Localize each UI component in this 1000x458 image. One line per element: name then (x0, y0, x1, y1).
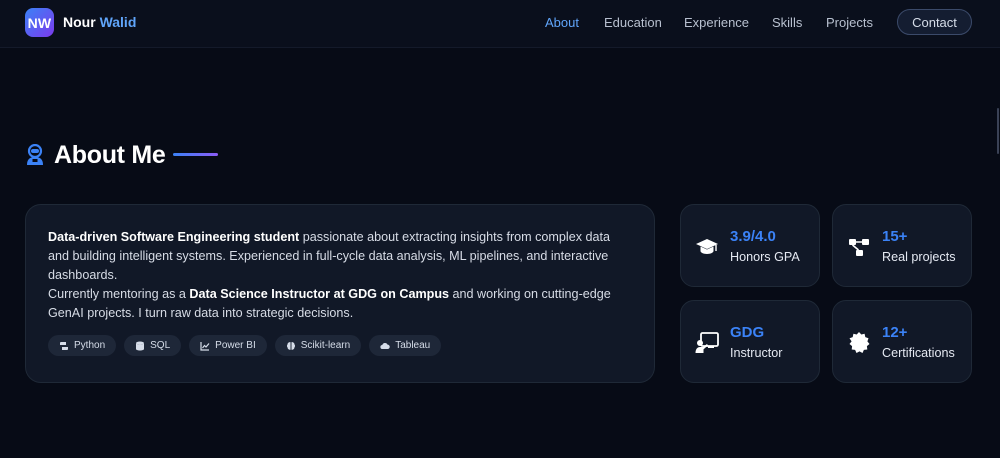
skill-tags: Python SQL Power BI Scikit-learn Tableau (48, 335, 632, 356)
stat-card-certifications: 12+ Certifications (832, 300, 972, 383)
stat-value: GDG (730, 324, 765, 341)
diagram-icon (849, 239, 869, 256)
chart-line-icon (200, 341, 210, 351)
skill-tag[interactable]: Power BI (189, 335, 267, 356)
scrollbar-thumb[interactable] (997, 108, 999, 154)
bio-paragraph: Data-driven Software Engineering student… (48, 228, 632, 323)
bio-lead: Data-driven Software Engineering student (48, 230, 300, 244)
top-navbar: NW Nour Walid About Education Experience… (0, 0, 1000, 48)
nav-link-projects[interactable]: Projects (826, 15, 873, 30)
stat-label: Certifications (882, 346, 955, 360)
teacher-icon (695, 332, 719, 353)
brand-last-name: Walid (99, 14, 137, 30)
python-icon (60, 341, 68, 350)
stat-value: 3.9/4.0 (730, 228, 776, 245)
nav-link-experience[interactable]: Experience (684, 15, 749, 30)
skill-tag[interactable]: Python (48, 335, 117, 356)
skill-tag[interactable]: Tableau (369, 335, 442, 356)
logo-badge[interactable]: NW (25, 8, 54, 37)
stat-card-projects: 15+ Real projects (832, 204, 972, 287)
nav-link-about[interactable]: About (545, 15, 579, 30)
graduation-cap-icon (696, 239, 718, 254)
nav-link-skills[interactable]: Skills (772, 15, 802, 30)
skill-tag-label: Scikit-learn (300, 340, 351, 351)
nav-link-education[interactable]: Education (604, 15, 662, 30)
stat-label: Honors GPA (730, 250, 800, 264)
page-scrollbar[interactable] (996, 48, 1000, 458)
stat-value: 15+ (882, 228, 908, 245)
brain-icon (286, 341, 295, 350)
contact-button[interactable]: Contact (897, 9, 972, 35)
brand-name[interactable]: Nour Walid (63, 14, 136, 30)
certificate-icon (849, 332, 870, 353)
user-astronaut-icon (27, 144, 43, 165)
cloud-icon (380, 342, 390, 349)
bio-text-2-pre: Currently mentoring as a (48, 287, 190, 301)
title-underline (173, 153, 218, 156)
about-card: Data-driven Software Engineering student… (25, 204, 655, 383)
stat-card-gpa: 3.9/4.0 Honors GPA (680, 204, 820, 287)
stat-label: Real projects (882, 250, 956, 264)
database-icon (136, 341, 145, 350)
bio-role: Data Science Instructor at GDG on Campus (189, 287, 450, 301)
skill-tag[interactable]: Scikit-learn (274, 335, 362, 356)
skill-tag-label: Tableau (395, 340, 431, 351)
section-title: About Me (54, 141, 166, 169)
skill-tag-label: SQL (150, 340, 171, 351)
skill-tag-label: Python (74, 340, 106, 351)
brand-first-name: Nour (63, 14, 96, 30)
stat-card-instructor: GDG Instructor (680, 300, 820, 383)
skill-tag-label: Power BI (215, 340, 256, 351)
skill-tag[interactable]: SQL (124, 335, 182, 356)
stat-value: 12+ (882, 324, 908, 341)
stat-label: Instructor (730, 346, 783, 360)
